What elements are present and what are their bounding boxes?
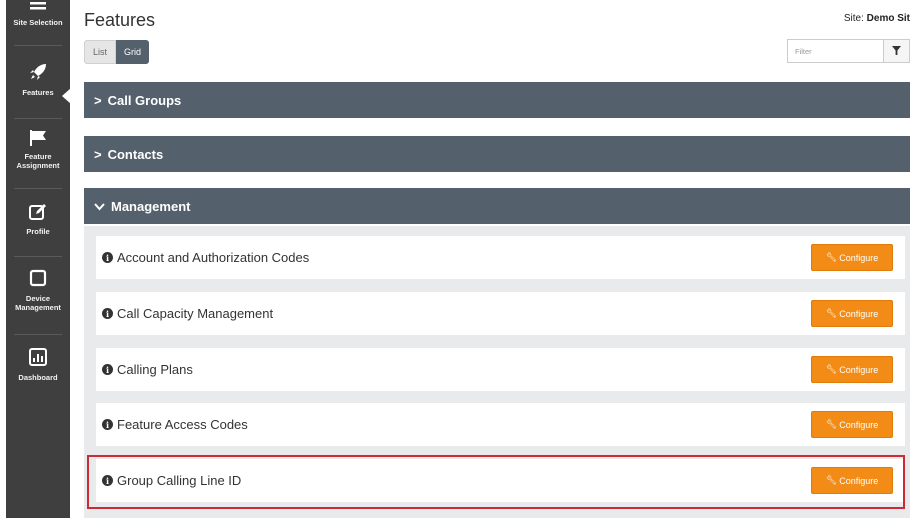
sidebar-item-device-management[interactable]: Device Management (6, 268, 70, 312)
group-label: Contacts (107, 146, 164, 162)
filter-input[interactable]: Filter (787, 39, 883, 63)
active-indicator (62, 88, 71, 104)
sidebar-nav: Site Selection Features Feature Assignme… (6, 0, 71, 518)
sidebar-divider (14, 256, 62, 257)
sidebar-divider (14, 118, 62, 119)
feature-row: i Call Capacity Management 🔧︎ Configure (96, 292, 905, 335)
sidebar-item-label: Profile (26, 227, 50, 236)
configure-button[interactable]: 🔧︎ Configure (811, 356, 893, 383)
filter-icon (892, 42, 901, 60)
site-indicator: Site: Demo Sit (844, 13, 910, 24)
group-label: Management (111, 198, 191, 214)
sidebar-divider (14, 334, 62, 335)
sidebar-divider (14, 188, 62, 189)
sidebar-item-label: Device Management (15, 294, 61, 312)
view-toggle: List Grid (84, 40, 150, 64)
wrench-icon: 🔧︎ (825, 308, 838, 318)
feature-label: Group Calling Line ID (117, 473, 242, 488)
feature-row: i Feature Access Codes 🔧︎ Configure (96, 403, 905, 446)
info-icon[interactable]: i (102, 419, 113, 430)
configure-label: Configure (839, 364, 879, 375)
wrench-icon: 🔧︎ (825, 252, 838, 262)
sidebar-item-label: Dashboard (18, 373, 58, 382)
group-contacts[interactable]: > Contacts (84, 136, 910, 172)
info-icon[interactable]: i (102, 475, 113, 486)
edit-icon (27, 202, 49, 222)
site-name: Demo Sit (866, 13, 910, 24)
sidebar-item-label: Site Selection (13, 18, 63, 27)
page-title: Features (84, 10, 156, 30)
sidebar-item-dashboard[interactable]: Dashboard (6, 347, 70, 382)
feature-row: i Group Calling Line ID 🔧︎ Configure (96, 459, 905, 502)
chevron-right-icon: > (94, 146, 102, 162)
rocket-icon (27, 62, 49, 82)
filter-button[interactable] (883, 39, 910, 63)
configure-label: Configure (839, 308, 879, 319)
flag-icon (27, 128, 49, 148)
wrench-icon: 🔧︎ (825, 364, 838, 374)
group-call-groups[interactable]: > Call Groups (84, 82, 910, 118)
configure-button[interactable]: 🔧︎ Configure (811, 244, 893, 271)
site-prefix: Site: (843, 13, 864, 24)
chevron-right-icon: > (94, 92, 102, 108)
chart-icon (27, 347, 49, 367)
feature-label: Call Capacity Management (117, 306, 274, 321)
info-icon[interactable]: i (102, 308, 113, 319)
sidebar-item-site-selection[interactable]: Site Selection (6, 0, 70, 27)
chevron-down-icon (94, 199, 105, 214)
info-icon[interactable]: i (102, 252, 113, 263)
grid-view-button[interactable]: Grid (116, 40, 150, 64)
configure-label: Configure (839, 419, 879, 430)
feature-row: i Account and Authorization Codes 🔧︎ Con… (96, 236, 905, 279)
configure-label: Configure (839, 252, 879, 263)
feature-label: Calling Plans (117, 362, 193, 377)
configure-button[interactable]: 🔧︎ Configure (811, 300, 893, 327)
feature-row: i Calling Plans 🔧︎ Configure (96, 348, 905, 391)
info-icon[interactable]: i (102, 364, 113, 375)
configure-button[interactable]: 🔧︎ Configure (811, 467, 893, 494)
wrench-icon: 🔧︎ (825, 475, 838, 485)
sidebar-divider (14, 45, 62, 46)
list-icon (27, 0, 49, 18)
configure-button[interactable]: 🔧︎ Configure (811, 411, 893, 438)
feature-label: Account and Authorization Codes (117, 250, 310, 265)
list-view-button[interactable]: List (84, 40, 117, 64)
sidebar-item-features[interactable]: Features (6, 62, 70, 97)
configure-label: Configure (839, 475, 879, 486)
sidebar-item-feature-assignment[interactable]: Feature Assignment (6, 128, 70, 170)
group-management[interactable]: Management (84, 188, 910, 224)
sidebar-item-profile[interactable]: Profile (6, 202, 70, 236)
wrench-icon: 🔧︎ (825, 419, 838, 429)
device-icon (27, 268, 49, 288)
sidebar-item-label: Features (22, 88, 54, 97)
feature-label: Feature Access Codes (117, 417, 248, 432)
group-label: Call Groups (107, 92, 182, 108)
sidebar-item-label: Feature Assignment (16, 152, 60, 170)
